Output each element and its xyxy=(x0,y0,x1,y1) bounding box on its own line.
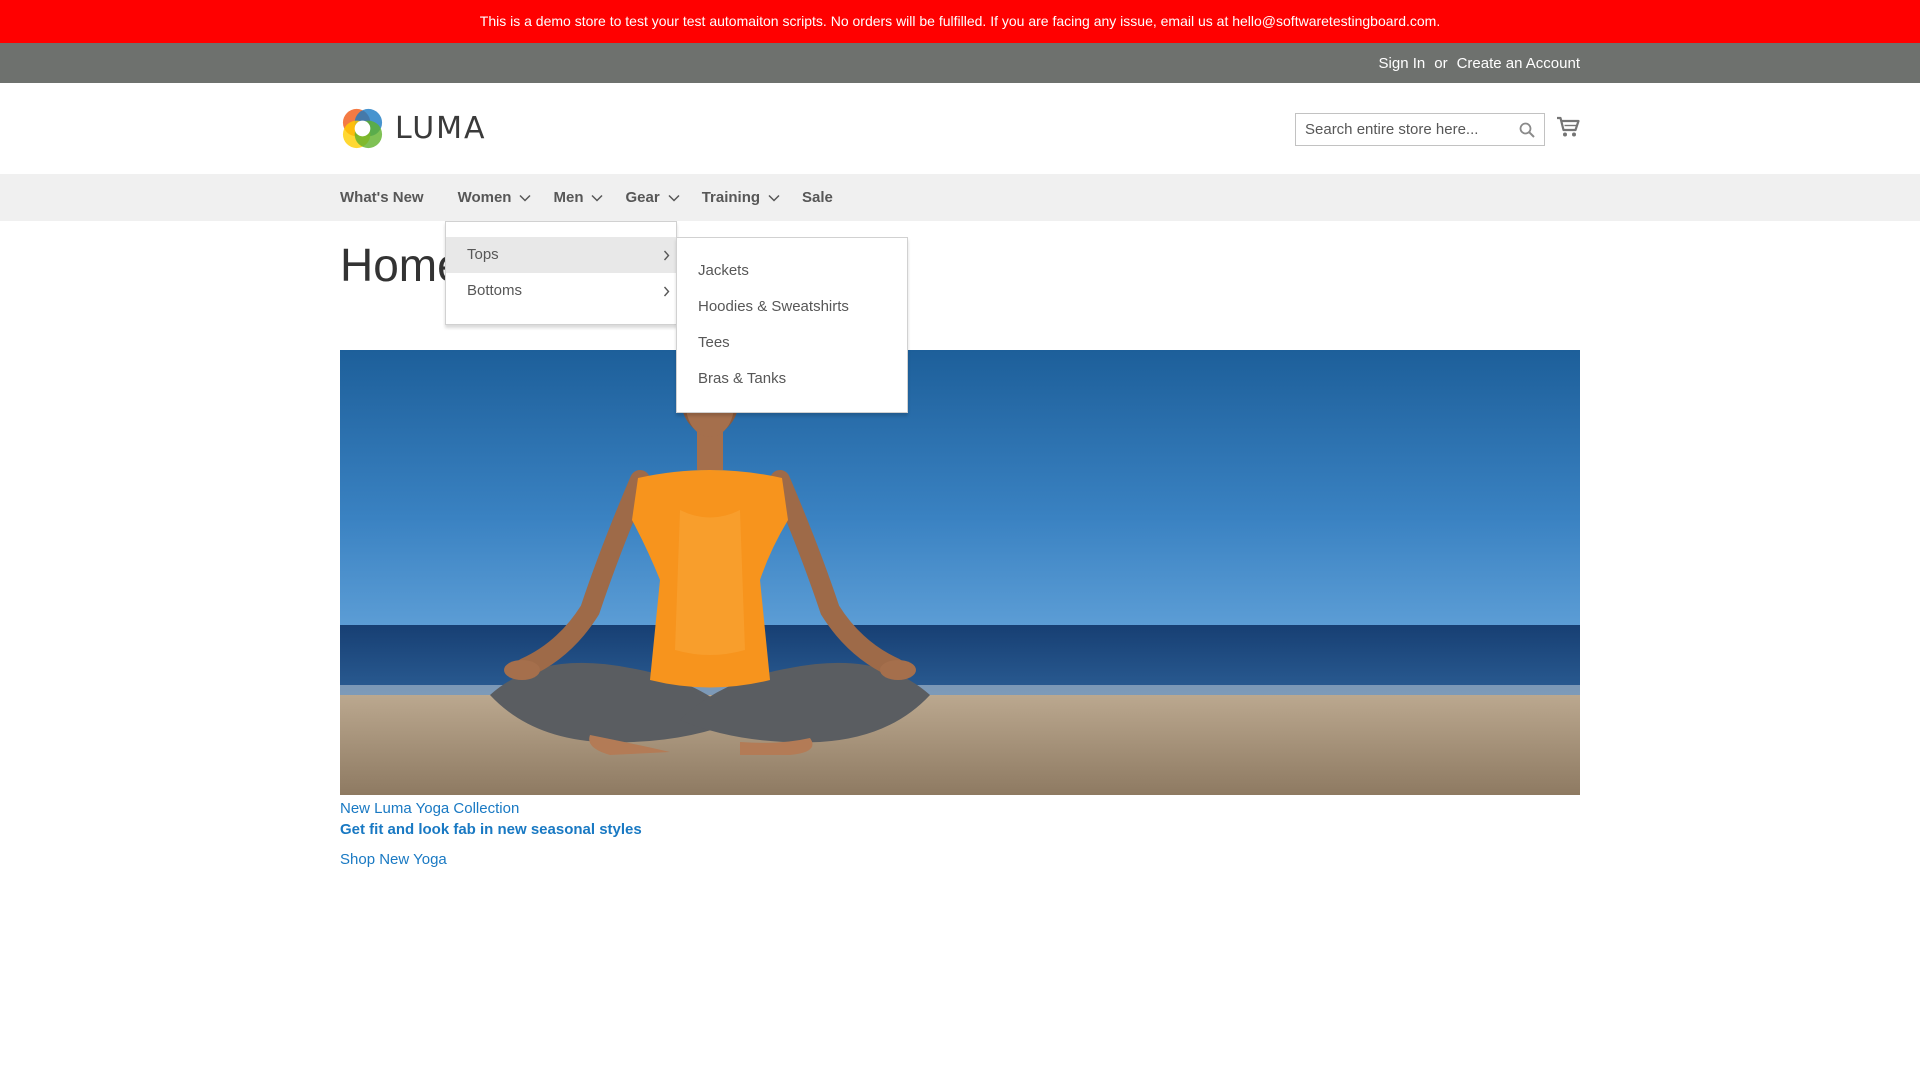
nav-label: Training xyxy=(701,189,761,206)
promo-headline[interactable]: Get fit and look fab in new seasonal sty… xyxy=(340,821,642,838)
promo-subtitle[interactable]: New Luma Yoga Collection xyxy=(340,800,642,817)
luma-logo-icon xyxy=(342,108,383,148)
nav-item-gear[interactable]: Gear xyxy=(625,189,680,206)
or-text: or xyxy=(1434,54,1448,72)
submenu-item-tops[interactable]: Tops xyxy=(446,237,676,273)
search-input[interactable] xyxy=(1296,114,1515,145)
submenu-label: Tops xyxy=(467,246,499,263)
search-icon[interactable] xyxy=(1519,122,1535,138)
chevron-down-icon xyxy=(519,194,532,202)
header-links: Sign In or Create an Account xyxy=(1379,43,1580,83)
demo-notice-text: This is a demo store to test your test a… xyxy=(479,13,1441,29)
nav-label: Women xyxy=(457,189,512,206)
cart-icon[interactable] xyxy=(1556,116,1580,138)
chevron-right-icon xyxy=(663,286,670,297)
logo[interactable]: LUMA xyxy=(340,105,487,151)
shop-new-yoga-link[interactable]: Shop New Yoga xyxy=(340,851,642,868)
nav-label: Men xyxy=(553,189,584,206)
submenu-item-bottoms[interactable]: Bottoms xyxy=(446,273,676,309)
chevron-down-icon xyxy=(591,194,604,202)
nav-label: Sale xyxy=(802,189,833,206)
submenu-label: Bottoms xyxy=(467,282,523,299)
main-nav: What's New Women Men Gear Training Sale xyxy=(0,174,1920,221)
women-submenu: Tops Bottoms xyxy=(445,221,677,325)
submenu-item-jackets[interactable]: Jackets xyxy=(698,262,749,279)
demo-notice-bar: This is a demo store to test your test a… xyxy=(0,0,1920,43)
site-header: LUMA xyxy=(0,83,1920,174)
tops-submenu: Jackets Hoodies & Sweatshirts Tees Bras … xyxy=(676,237,908,413)
submenu-item-tees[interactable]: Tees xyxy=(698,334,730,351)
hero-banner[interactable] xyxy=(340,350,1580,795)
nav-item-sale[interactable]: Sale xyxy=(802,189,833,206)
sign-in-link[interactable]: Sign In xyxy=(1379,55,1426,72)
nav-item-training[interactable]: Training xyxy=(702,189,780,206)
hero-promo: New Luma Yoga Collection Get fit and loo… xyxy=(340,800,642,868)
nav-label: Gear xyxy=(625,189,660,206)
header-panel: Sign In or Create an Account xyxy=(0,43,1920,83)
search-box xyxy=(1295,113,1545,146)
submenu-item-hoodies[interactable]: Hoodies & Sweatshirts xyxy=(698,298,849,315)
create-account-link[interactable]: Create an Account xyxy=(1457,55,1580,72)
chevron-down-icon xyxy=(668,194,680,202)
nav-label: What's New xyxy=(340,189,424,206)
logo-text: LUMA xyxy=(395,110,487,146)
nav-item-women[interactable]: Women xyxy=(458,189,532,206)
submenu-item-bras-tanks[interactable]: Bras & Tanks xyxy=(698,370,786,387)
chevron-down-icon xyxy=(768,194,780,202)
nav-item-men[interactable]: Men xyxy=(553,189,604,206)
nav-item-whats-new[interactable]: What's New xyxy=(340,189,424,206)
yoga-hero-image xyxy=(340,350,1580,795)
chevron-right-icon xyxy=(663,250,670,261)
